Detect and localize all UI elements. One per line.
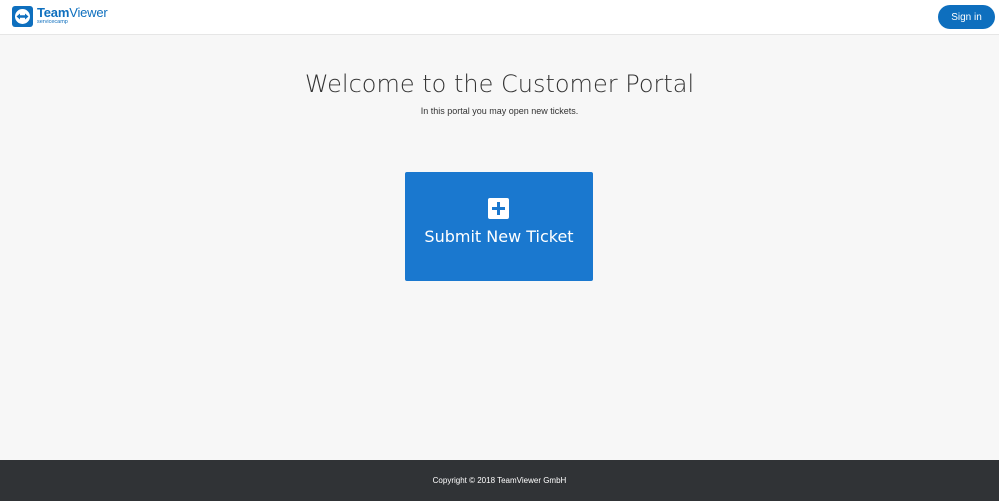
page-title: Welcome to the Customer Portal [304,70,695,98]
submit-new-ticket-tile[interactable]: Submit New Ticket [405,172,593,281]
teamviewer-logo-icon [12,6,33,27]
page-subtitle: In this portal you may open new tickets. [420,106,579,116]
sign-in-button[interactable]: Sign in [938,5,995,29]
copyright-text: Copyright © 2018 TeamViewer GmbH [432,476,567,485]
footer: Copyright © 2018 TeamViewer GmbH [0,460,999,501]
logo-name: TeamViewer [37,5,108,20]
logo-subtitle: servicecamp [37,19,68,25]
submit-new-ticket-label: Submit New Ticket [424,227,574,246]
top-header: TeamViewer servicecamp Sign in [0,0,999,35]
logo-text: TeamViewer servicecamp [37,6,108,25]
plus-square-icon [488,198,509,219]
teamviewer-logo[interactable]: TeamViewer servicecamp [12,6,108,28]
